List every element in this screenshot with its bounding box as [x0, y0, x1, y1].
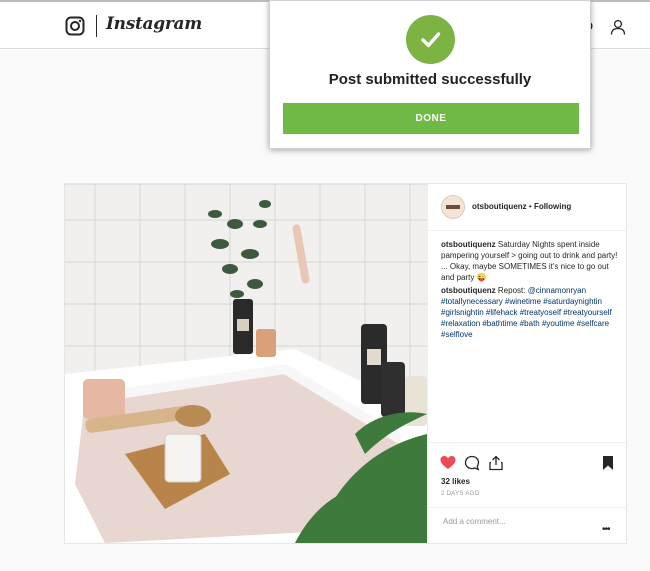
- post-header: otsboutiquenz • Following: [428, 184, 627, 231]
- list-item: otsboutiquenz Repost: @cinnamonryan #tot…: [441, 285, 621, 340]
- success-dialog: Post submitted successfully DONE: [269, 0, 591, 149]
- instagram-wordmark[interactable]: Instagram: [106, 14, 202, 34]
- username-link[interactable]: otsboutiquenz: [472, 202, 527, 211]
- instagram-camera-icon[interactable]: [65, 16, 85, 36]
- post-actions-area: 32 likes 2 DAYS AGO •••: [428, 442, 627, 544]
- comment-username[interactable]: otsboutiquenz: [441, 240, 496, 249]
- share-icon[interactable]: [488, 455, 504, 471]
- comment-bar: •••: [428, 507, 627, 545]
- comment-text: Repost:: [497, 286, 528, 295]
- check-glyph-icon: [421, 32, 441, 48]
- avatar-logo-icon: [446, 205, 460, 209]
- separator-dot: •: [528, 202, 532, 211]
- follow-status[interactable]: Following: [534, 202, 571, 211]
- person-icon[interactable]: [610, 19, 626, 35]
- caption-list: otsboutiquenz Saturday Nights spent insi…: [441, 239, 621, 342]
- post-timestamp: 2 DAYS AGO: [441, 491, 480, 497]
- comment-username[interactable]: otsboutiquenz: [441, 286, 496, 295]
- heart-icon[interactable]: [440, 455, 456, 471]
- list-item: otsboutiquenz Saturday Nights spent insi…: [441, 239, 621, 283]
- comment-input[interactable]: [441, 516, 595, 527]
- checkmark-icon: [406, 15, 455, 64]
- post-photo[interactable]: [65, 184, 427, 543]
- likes-count[interactable]: 32 likes: [441, 477, 470, 486]
- more-options-icon[interactable]: •••: [602, 524, 610, 535]
- post-card: otsboutiquenz • Following otsboutiquenz …: [64, 183, 627, 544]
- comment-icon[interactable]: [464, 455, 480, 471]
- avatar[interactable]: [441, 195, 465, 219]
- logo-divider: [96, 15, 97, 37]
- bookmark-icon[interactable]: [600, 455, 616, 471]
- post-header-text: otsboutiquenz • Following: [472, 202, 571, 211]
- post-sidebar: otsboutiquenz • Following otsboutiquenz …: [427, 184, 627, 543]
- done-button[interactable]: DONE: [283, 103, 579, 134]
- dialog-title: Post submitted successfully: [328, 71, 532, 88]
